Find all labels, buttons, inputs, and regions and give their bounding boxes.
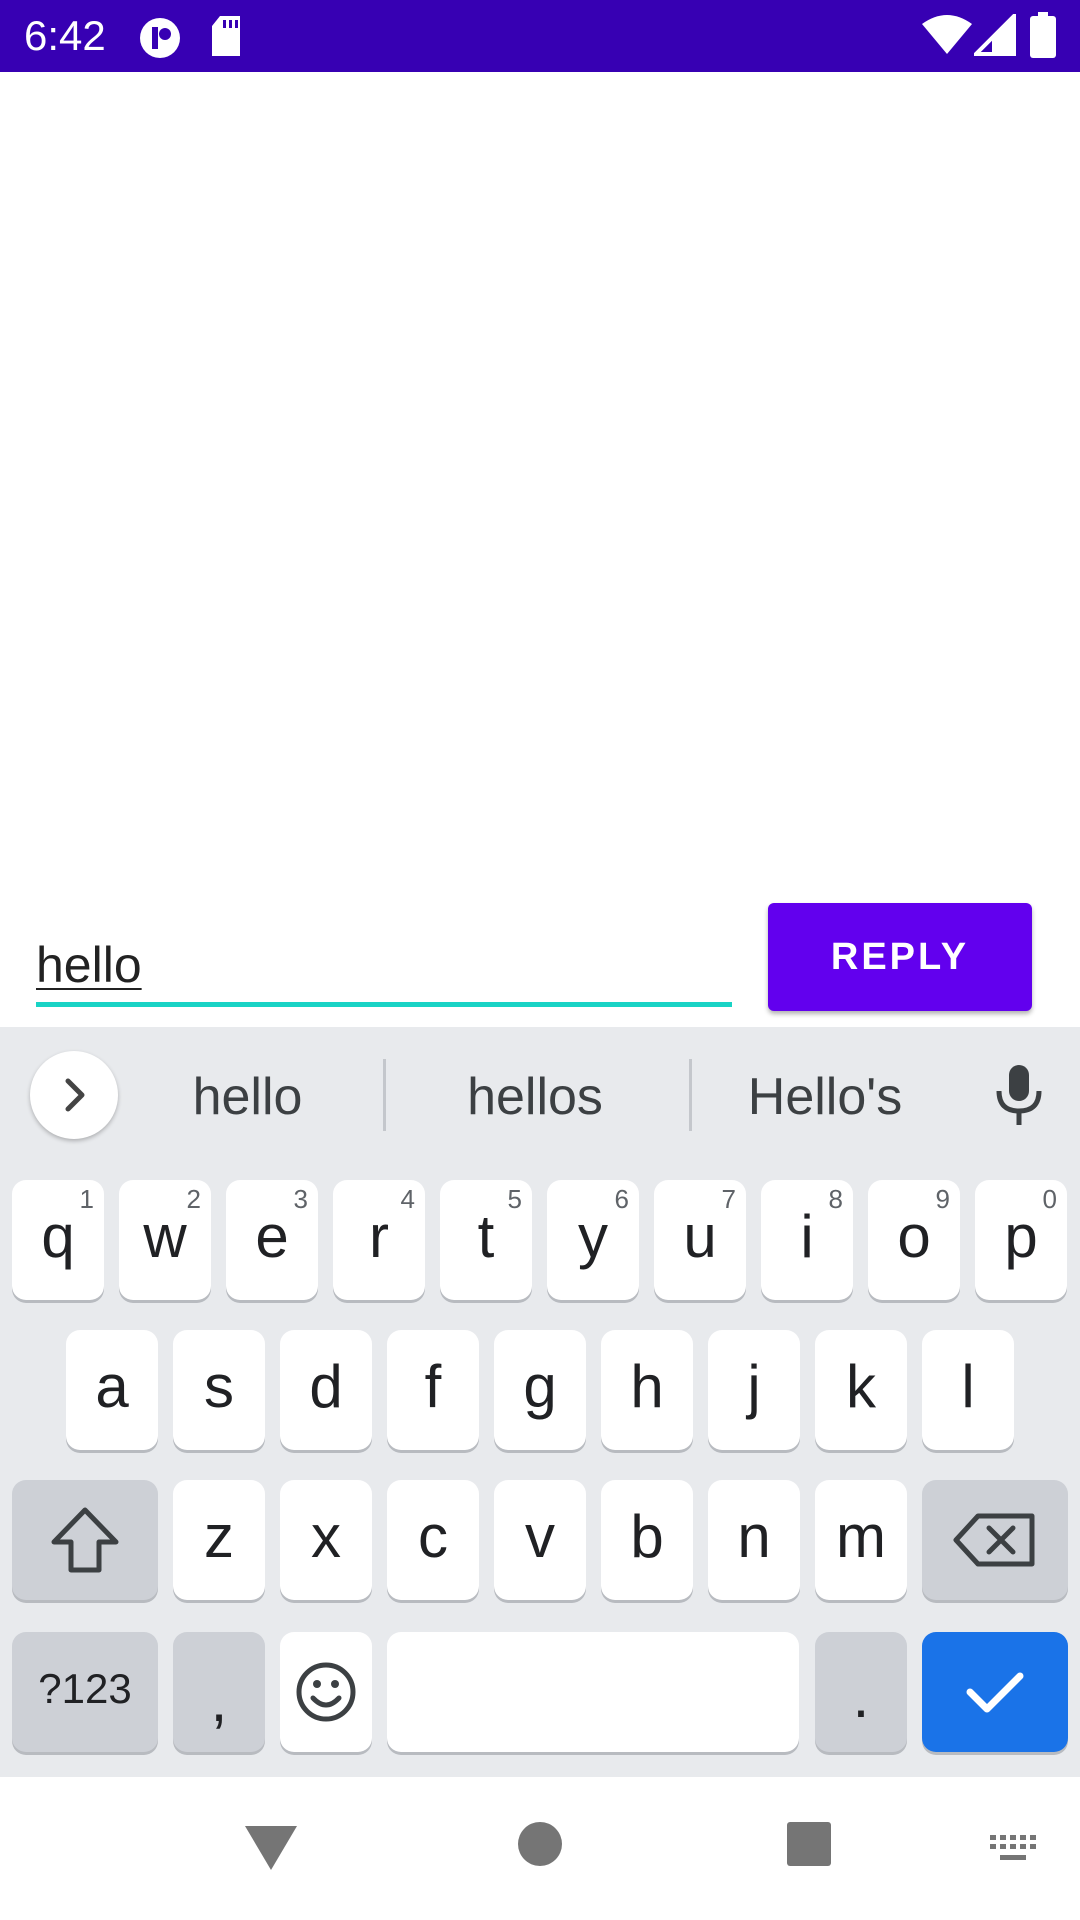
key-label: c	[418, 1503, 448, 1570]
key-label: .	[852, 1663, 870, 1730]
key-label: e	[255, 1203, 289, 1270]
key-label: h	[630, 1353, 664, 1420]
reply-input-container	[36, 930, 732, 1007]
key-h[interactable]: h	[601, 1330, 693, 1450]
key-label: x	[311, 1503, 341, 1570]
key-label: q	[41, 1203, 75, 1270]
key-label: ,	[210, 1667, 228, 1734]
status-time: 6:42	[24, 12, 106, 59]
key-d[interactable]: d	[280, 1330, 372, 1450]
key-label: w	[143, 1203, 187, 1270]
app-content	[0, 72, 1080, 1027]
key-label: a	[95, 1353, 129, 1420]
comma-key[interactable]: ,	[173, 1632, 265, 1752]
emoji-icon	[296, 1662, 356, 1722]
key-label: y	[578, 1203, 608, 1270]
key-label: k	[846, 1353, 876, 1420]
key-label: n	[737, 1503, 771, 1570]
suggestion-2[interactable]: hellos	[420, 1057, 650, 1137]
key-t[interactable]: 5t	[440, 1180, 532, 1300]
backspace-key[interactable]	[922, 1480, 1068, 1600]
key-z[interactable]: z	[173, 1480, 265, 1600]
wifi-icon	[922, 15, 972, 54]
enter-key[interactable]	[922, 1632, 1068, 1752]
chevron-right-icon	[65, 1078, 85, 1112]
key-n[interactable]: n	[708, 1480, 800, 1600]
key-label: t	[477, 1203, 495, 1270]
key-label: d	[309, 1353, 343, 1420]
keyboard: hello hellos Hello's 1q 2w 3e 4r 5t 6y 7…	[0, 1027, 1080, 1777]
key-label: s	[204, 1353, 234, 1420]
input-focus-underline	[36, 1002, 732, 1007]
key-r[interactable]: 4r	[333, 1180, 425, 1300]
microphone-icon[interactable]	[990, 1063, 1048, 1127]
app-notification-icon	[140, 18, 180, 58]
sd-card-icon	[212, 16, 240, 56]
key-label: f	[424, 1353, 442, 1420]
key-o[interactable]: 9o	[868, 1180, 960, 1300]
status-bar: 6:42	[0, 0, 1080, 72]
suggestion-3[interactable]: Hello's	[720, 1057, 930, 1137]
key-p[interactable]: 0p	[975, 1180, 1067, 1300]
key-label: v	[525, 1503, 555, 1570]
space-key[interactable]	[387, 1632, 799, 1752]
navigation-bar	[0, 1777, 1080, 1920]
suggestion-divider	[689, 1059, 692, 1131]
key-label: g	[523, 1353, 557, 1420]
key-w[interactable]: 2w	[119, 1180, 211, 1300]
key-label: l	[961, 1353, 975, 1420]
key-label: b	[630, 1503, 664, 1570]
back-icon[interactable]	[243, 1822, 299, 1872]
key-label: j	[747, 1353, 761, 1420]
key-m[interactable]: m	[815, 1480, 907, 1600]
shift-icon	[51, 1507, 119, 1573]
key-l[interactable]: l	[922, 1330, 1014, 1450]
key-v[interactable]: v	[494, 1480, 586, 1600]
emoji-key[interactable]	[280, 1632, 372, 1752]
suggestion-divider	[383, 1059, 386, 1131]
key-label: z	[204, 1503, 234, 1570]
key-label: ?123	[38, 1665, 132, 1712]
suggestion-1[interactable]: hello	[150, 1057, 345, 1137]
cell-signal-icon	[974, 14, 1016, 56]
key-c[interactable]: c	[387, 1480, 479, 1600]
key-q[interactable]: 1q	[12, 1180, 104, 1300]
shift-key[interactable]	[12, 1480, 158, 1600]
period-key[interactable]: .	[815, 1632, 907, 1752]
backspace-icon	[953, 1513, 1035, 1567]
key-i[interactable]: 8i	[761, 1180, 853, 1300]
keyboard-switch-icon[interactable]	[988, 1833, 1038, 1865]
key-j[interactable]: j	[708, 1330, 800, 1450]
suggestions-expand-button[interactable]	[30, 1051, 118, 1139]
key-k[interactable]: k	[815, 1330, 907, 1450]
key-label: r	[369, 1203, 389, 1270]
symbols-key[interactable]: ?123	[12, 1632, 158, 1752]
recents-icon[interactable]	[786, 1821, 832, 1867]
key-label: p	[1004, 1203, 1038, 1270]
key-u[interactable]: 7u	[654, 1180, 746, 1300]
key-a[interactable]: a	[66, 1330, 158, 1450]
key-f[interactable]: f	[387, 1330, 479, 1450]
key-y[interactable]: 6y	[547, 1180, 639, 1300]
key-label: m	[836, 1503, 886, 1570]
key-label: u	[683, 1203, 717, 1270]
home-icon[interactable]	[517, 1821, 563, 1867]
battery-icon	[1030, 12, 1056, 58]
key-label: i	[800, 1203, 814, 1270]
key-x[interactable]: x	[280, 1480, 372, 1600]
reply-input[interactable]	[36, 930, 732, 1000]
key-b[interactable]: b	[601, 1480, 693, 1600]
key-label: o	[897, 1203, 931, 1270]
key-s[interactable]: s	[173, 1330, 265, 1450]
key-e[interactable]: 3e	[226, 1180, 318, 1300]
reply-button[interactable]: REPLY	[768, 903, 1032, 1011]
key-g[interactable]: g	[494, 1330, 586, 1450]
checkmark-icon	[966, 1672, 1024, 1713]
